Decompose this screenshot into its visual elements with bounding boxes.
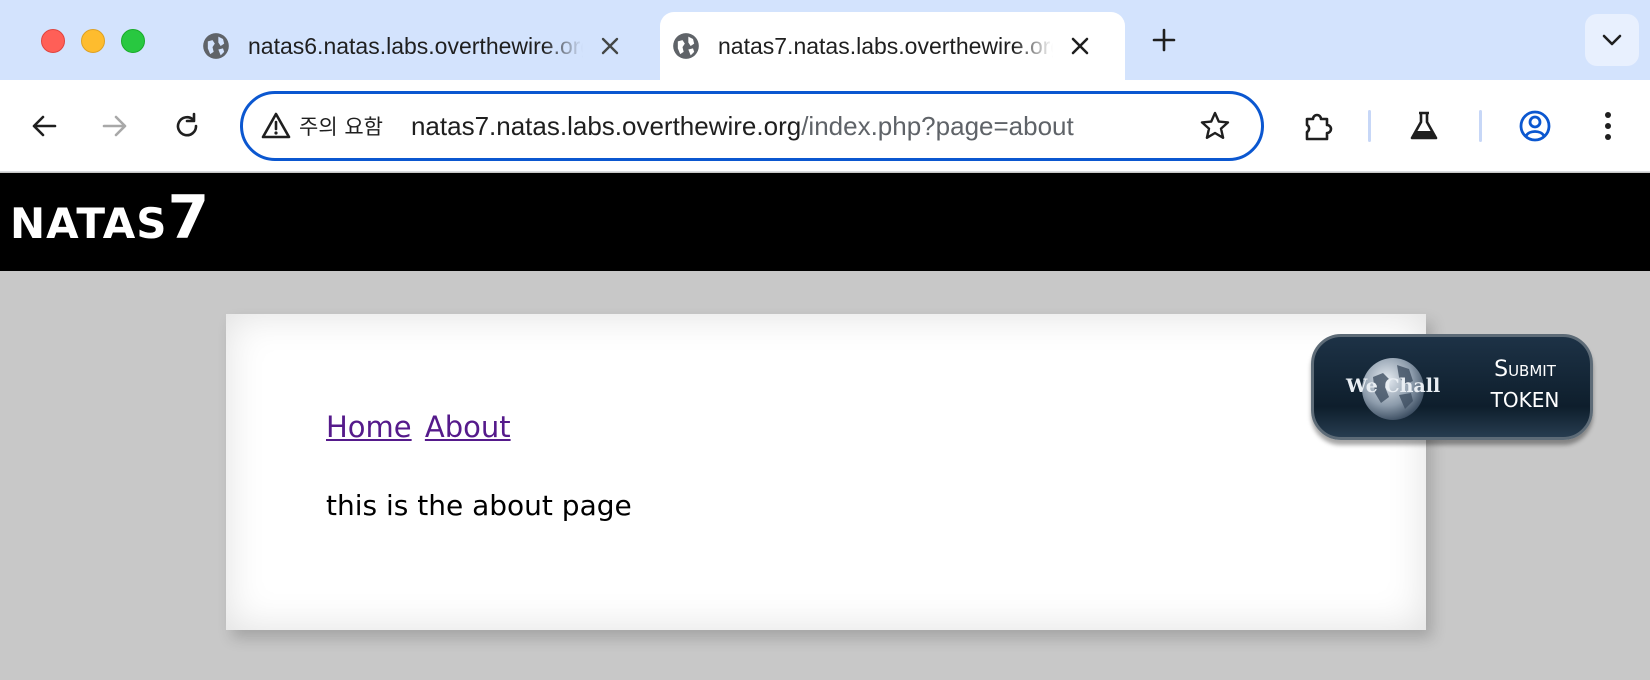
browser-toolbar: 주의 요함 natas7.natas.labs.overthewire.org/… bbox=[0, 80, 1650, 172]
url-text[interactable]: natas7.natas.labs.overthewire.org/index.… bbox=[411, 111, 1074, 142]
url-host: natas7.natas.labs.overthewire.org bbox=[410, 110, 802, 141]
security-warning-label[interactable]: 주의 요함 bbox=[299, 111, 383, 141]
extensions-icon bbox=[1305, 113, 1333, 141]
forward-button[interactable] bbox=[95, 106, 135, 146]
chevron-down-icon bbox=[1602, 34, 1622, 46]
new-tab-button[interactable] bbox=[1148, 24, 1180, 56]
submit-token-label: Submit token bbox=[1490, 357, 1560, 412]
about-page-text: this is the about page bbox=[326, 489, 632, 522]
extensions-button[interactable] bbox=[1298, 106, 1338, 146]
more-vert-icon bbox=[1605, 112, 1611, 140]
page-header: NATAS7 bbox=[0, 173, 1650, 271]
nav-home-link[interactable]: Home bbox=[326, 410, 412, 444]
reload-icon bbox=[176, 112, 198, 137]
labs-flask-icon bbox=[1410, 111, 1438, 140]
warning-icon bbox=[261, 112, 291, 139]
nav-about-link[interactable]: About bbox=[425, 410, 511, 444]
close-icon[interactable] bbox=[595, 31, 625, 61]
tab-title: natas6.natas.labs.overthewire.org bbox=[248, 32, 583, 59]
tab-title: natas7.natas.labs.overthewire.org bbox=[718, 32, 1053, 59]
more-menu-button[interactable] bbox=[1588, 106, 1628, 146]
profile-icon bbox=[1519, 110, 1551, 142]
close-icon[interactable] bbox=[1065, 31, 1095, 61]
star-icon[interactable] bbox=[1199, 110, 1231, 142]
wechall-submit-token-button[interactable]: We Chall Submit token bbox=[1311, 334, 1593, 440]
toolbar-divider bbox=[1479, 110, 1482, 142]
globe-icon bbox=[673, 33, 699, 59]
tab-strip: natas6.natas.labs.overthewire.org natas7… bbox=[0, 0, 1650, 80]
page-nav: Home About bbox=[326, 410, 515, 444]
window-zoom-button[interactable] bbox=[121, 29, 145, 53]
back-button[interactable] bbox=[24, 106, 64, 146]
window-minimize-button[interactable] bbox=[81, 29, 105, 53]
tab-natas6[interactable]: natas6.natas.labs.overthewire.org bbox=[190, 12, 645, 80]
natas-logo: NATAS7 bbox=[10, 183, 210, 253]
labs-button[interactable] bbox=[1404, 106, 1444, 146]
forward-arrow-icon bbox=[102, 115, 127, 137]
wechall-brand: We Chall bbox=[1346, 375, 1441, 397]
globe-icon bbox=[203, 33, 229, 59]
tab-search-button[interactable] bbox=[1585, 14, 1639, 66]
address-bar[interactable]: 주의 요함 natas7.natas.labs.overthewire.org/… bbox=[240, 91, 1264, 161]
plus-icon bbox=[1152, 28, 1176, 52]
reload-button[interactable] bbox=[167, 106, 207, 146]
window-close-button[interactable] bbox=[41, 29, 65, 53]
content-box: Home About this is the about page bbox=[226, 314, 1426, 630]
profile-button[interactable] bbox=[1515, 106, 1555, 146]
back-arrow-icon bbox=[32, 115, 57, 137]
tab-natas7[interactable]: natas7.natas.labs.overthewire.org bbox=[660, 12, 1125, 80]
url-path: /index.php?page=about bbox=[801, 110, 1074, 141]
toolbar-divider bbox=[1368, 110, 1371, 142]
